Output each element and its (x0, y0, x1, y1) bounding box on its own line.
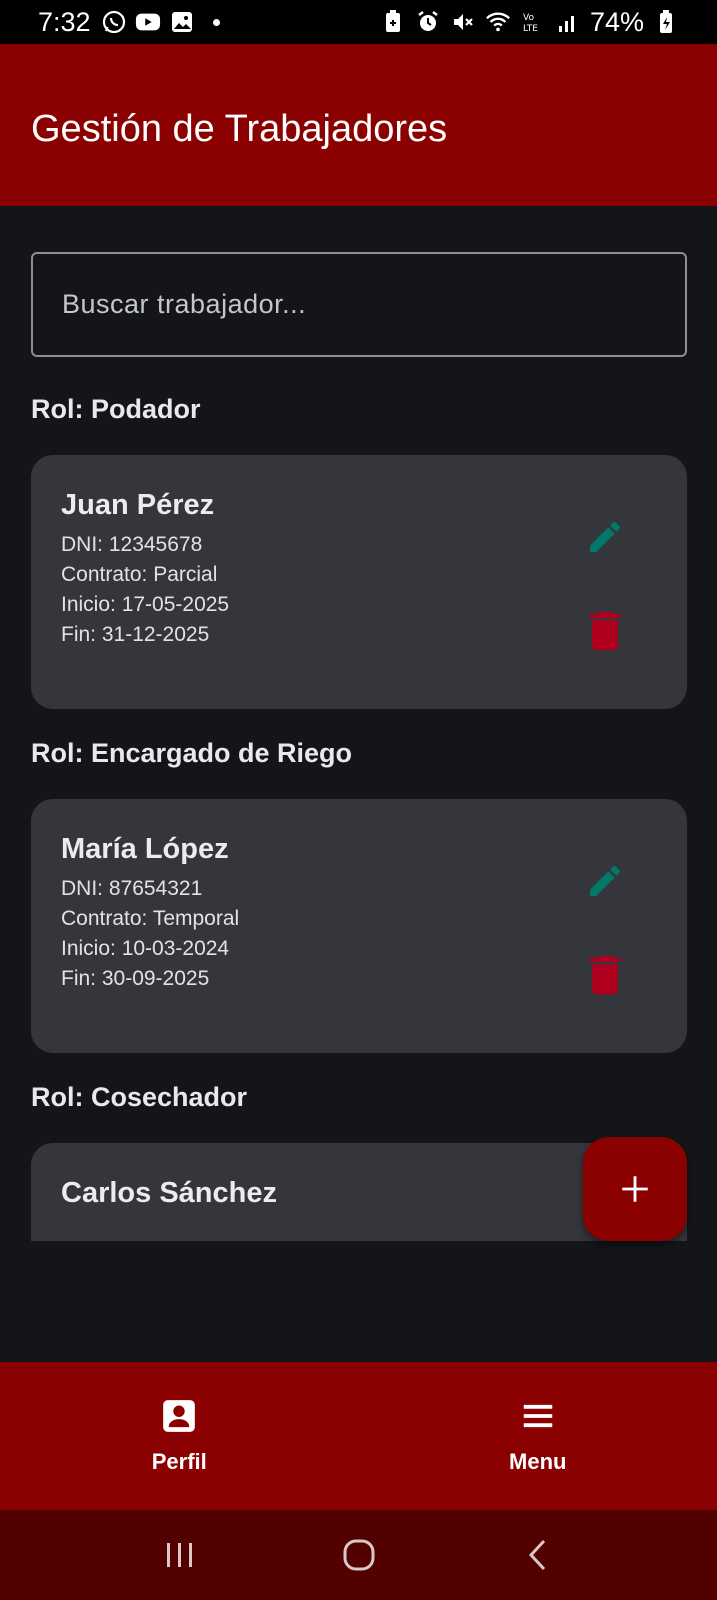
add-worker-button[interactable] (583, 1137, 687, 1241)
worker-list[interactable]: Rol: Podador Juan Pérez DNI: 12345678 Co… (31, 385, 687, 1241)
worker-name: Carlos Sánchez (61, 1177, 277, 1209)
whatsapp-icon (101, 9, 127, 35)
recents-button[interactable] (150, 1525, 210, 1585)
delete-worker-button[interactable] (587, 609, 623, 653)
edit-worker-button[interactable] (583, 515, 627, 559)
svg-text:LTE: LTE (523, 24, 538, 34)
signal-icon (555, 9, 581, 35)
recents-icon (166, 1543, 192, 1567)
worker-contract: Contrato: Parcial (61, 563, 218, 586)
bottom-navigation: Perfil Menu (0, 1362, 717, 1510)
worker-name: Juan Pérez (61, 489, 215, 521)
edit-worker-button[interactable] (583, 859, 627, 903)
battery-icon (653, 9, 679, 35)
search-input[interactable] (31, 252, 687, 357)
back-icon (528, 1539, 545, 1571)
status-time: 7:32 (38, 6, 91, 37)
nav-label-perfil: Perfil (151, 1449, 207, 1474)
delete-worker-button[interactable] (587, 953, 623, 997)
home-button[interactable] (329, 1525, 389, 1585)
system-navigation-bar (0, 1510, 717, 1600)
status-bar: 7:32 Vo LTE 74% (0, 0, 717, 44)
edit-icon (590, 865, 621, 896)
worker-start-date: Inicio: 17-05-2025 (61, 593, 230, 616)
battery-percent: 74% (589, 6, 644, 37)
worker-card[interactable]: Juan Pérez DNI: 12345678 Contrato: Parci… (31, 455, 687, 709)
battery-saver-icon (380, 9, 406, 35)
notification-dot (212, 18, 220, 26)
nav-item-menu[interactable]: Menu (359, 1362, 717, 1510)
plus-icon (622, 1176, 648, 1202)
role-heading: Rol: Podador (31, 394, 201, 424)
page-title: Gestión de Trabajadores (31, 107, 448, 150)
worker-dni: DNI: 12345678 (61, 533, 203, 556)
app-bar: Gestión de Trabajadores (0, 44, 717, 206)
edit-icon (590, 521, 621, 552)
worker-start-date: Inicio: 10-03-2024 (61, 937, 230, 960)
home-icon (343, 1539, 374, 1571)
wifi-icon (485, 9, 511, 35)
profile-icon (163, 1400, 196, 1432)
worker-name: María López (61, 833, 229, 865)
nav-item-perfil[interactable]: Perfil (0, 1362, 359, 1510)
worker-contract: Contrato: Temporal (61, 907, 240, 930)
worker-end-date: Fin: 30-09-2025 (61, 967, 210, 990)
worker-end-date: Fin: 31-12-2025 (61, 623, 210, 646)
worker-dni: DNI: 87654321 (61, 877, 203, 900)
role-heading: Rol: Cosechador (31, 1082, 248, 1112)
nav-label-menu: Menu (509, 1449, 567, 1474)
menu-icon (523, 1404, 552, 1428)
role-heading: Rol: Encargado de Riego (31, 738, 353, 768)
volte-icon: Vo LTE (520, 9, 546, 35)
mute-icon (450, 9, 476, 35)
worker-card[interactable]: María López DNI: 87654321 Contrato: Temp… (31, 799, 687, 1053)
delete-icon (590, 611, 620, 651)
youtube-icon (135, 9, 161, 35)
alarm-icon (415, 9, 441, 35)
delete-icon (590, 955, 620, 995)
gallery-icon (169, 9, 195, 35)
back-button[interactable] (508, 1525, 568, 1585)
svg-text:Vo: Vo (523, 13, 534, 23)
